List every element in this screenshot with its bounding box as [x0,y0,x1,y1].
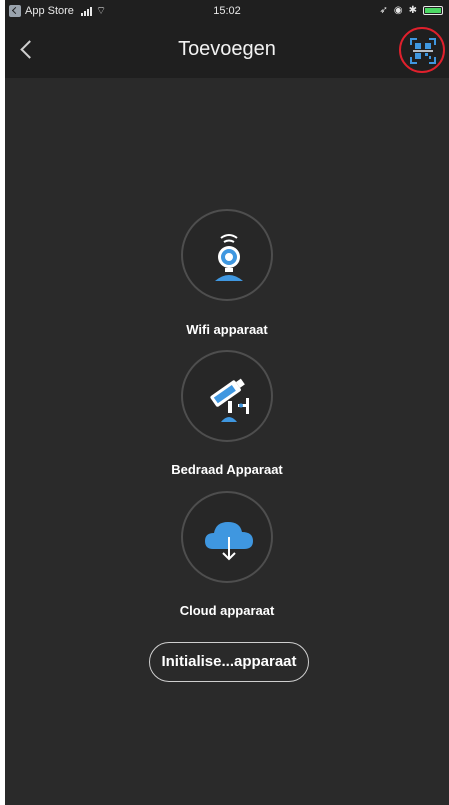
qr-scan-icon [410,38,436,64]
cloud-download-icon [205,522,253,561]
app-screen: App Store ⌔ 15:02 ➶ ◉ ✱ Toevoegen Wifi a… [5,0,449,805]
page-title: Toevoegen [178,38,276,60]
wired-device-label: Bedraad Apparaat [171,462,283,477]
location-icon: ➶ [379,5,388,16]
wired-device-option[interactable] [181,350,273,442]
status-right: ➶ ◉ ✱ [379,5,443,16]
wifi-camera-icon [215,234,243,281]
initialise-device-button[interactable]: Initialise...apparaat [149,642,309,682]
cloud-device-label: Cloud apparaat [179,603,275,618]
wired-camera-icon [210,378,249,422]
nav-bar: Toevoegen [5,22,449,78]
battery-icon [423,6,443,15]
wifi-device-option[interactable] [181,209,273,301]
qr-scan-button[interactable] [399,27,445,73]
wifi-device-label: Wifi apparaat [186,322,268,337]
cloud-device-option[interactable] [181,491,273,583]
alarm-icon: ◉ [393,5,403,16]
bluetooth-icon: ✱ [408,5,417,16]
status-bar: App Store ⌔ 15:02 ➶ ◉ ✱ [5,0,449,22]
